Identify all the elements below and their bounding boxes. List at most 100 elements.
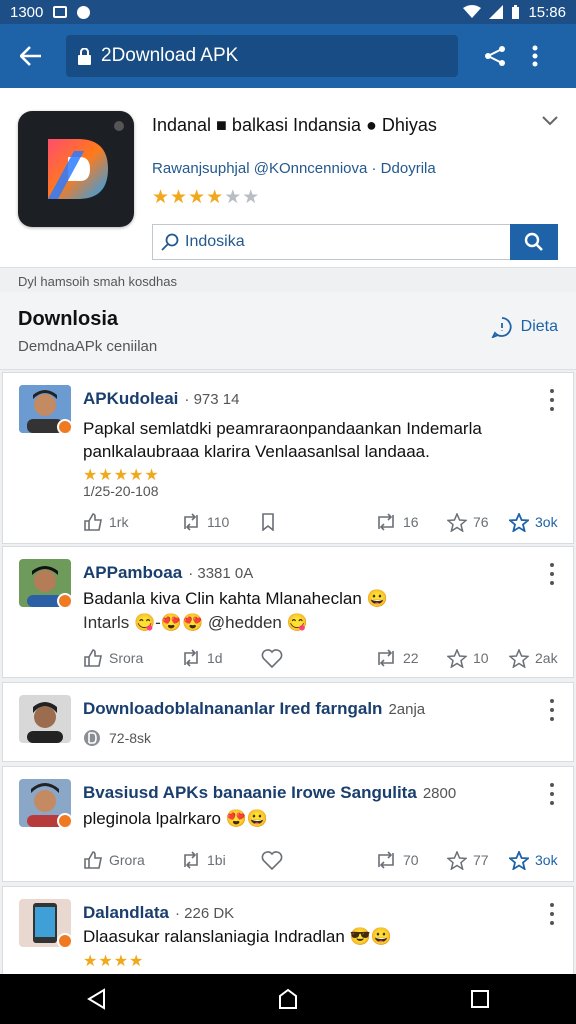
app-logo-icon [18, 111, 134, 227]
square-recents-icon [471, 990, 489, 1008]
star-button[interactable]: 2ak [509, 648, 558, 668]
heart-button[interactable] [261, 850, 375, 870]
overflow-menu-button[interactable] [520, 35, 550, 77]
author-name: Bvasiusd APKs banaanie Irowe Sangulita [83, 783, 417, 802]
post-menu-button[interactable] [547, 903, 557, 925]
post-actions: Srora 1d 22 10 2ak [83, 645, 559, 671]
star-outline-icon [509, 648, 529, 668]
star-icon: ★ [170, 187, 189, 208]
logo-dot [114, 121, 124, 131]
home-icon [279, 988, 297, 1009]
heart-icon [261, 648, 283, 668]
comments-button[interactable]: Dieta [491, 316, 558, 338]
app-bar: 2Download APK [0, 24, 576, 88]
retweet-count: 70 [403, 852, 419, 868]
favorite-count: 77 [473, 852, 489, 868]
retweet-button[interactable]: 16 [375, 513, 447, 531]
like-button[interactable]: Srora [83, 649, 181, 667]
search-button[interactable] [510, 224, 558, 260]
repost-icon [184, 513, 198, 531]
arrow-left-icon [20, 46, 41, 66]
comment-icon [491, 317, 512, 338]
app-title: Indanal ■ balkasi Indansia ● Dhiyas [152, 115, 437, 135]
nav-recents-button[interactable] [450, 979, 510, 1019]
post-menu-button[interactable] [547, 563, 557, 585]
logo-small-icon [84, 730, 100, 746]
avatar[interactable] [19, 385, 71, 433]
retweet-button[interactable]: 22 [375, 649, 447, 667]
post-text-secondary: Intarls 😋-😍😍 @hedden 😋 [83, 613, 308, 632]
post-meta: · 226 DK [174, 905, 235, 922]
like-button[interactable]: 1rk [83, 513, 181, 531]
repost-button[interactable]: 110 [181, 513, 261, 531]
thumbs-up-icon [84, 513, 102, 531]
post-actions: 1rk 110 16 76 3ok [83, 509, 559, 535]
post-meta: 2800 [422, 785, 457, 802]
post-author[interactable]: APPamboaa · 3381 0A [83, 563, 253, 583]
system-nav-bar [0, 974, 576, 1024]
thumbs-up-icon [84, 649, 102, 667]
post-menu-button[interactable] [547, 389, 557, 411]
avatar[interactable] [19, 559, 71, 607]
search-bar: Indosika [152, 224, 558, 260]
like-count: 1rk [109, 514, 129, 530]
post-menu-button[interactable] [547, 699, 557, 721]
star-button[interactable]: 3ok [509, 512, 558, 532]
post-feed[interactable]: APKudoleai · 973 14 Papkal semlatdki peam… [0, 372, 576, 974]
thumbs-up-icon [84, 851, 102, 869]
nav-back-button[interactable] [66, 979, 126, 1019]
app-notification-icon [77, 5, 91, 19]
back-button[interactable] [10, 35, 52, 77]
repost-count: 1bi [207, 852, 226, 868]
avatar[interactable] [19, 779, 71, 827]
star-count: 3ok [535, 514, 558, 530]
retweet-icon [378, 649, 394, 667]
heart-icon [261, 850, 283, 870]
star-count: 3ok [535, 852, 558, 868]
favorite-count: 76 [473, 514, 489, 530]
star-count: 2ak [535, 650, 558, 666]
signal-icon [489, 5, 504, 19]
retweet-count: 16 [403, 514, 419, 530]
search-input[interactable]: Indosika [152, 224, 510, 260]
retweet-button[interactable]: 70 [375, 851, 447, 869]
heart-button[interactable] [261, 648, 375, 668]
star-icon: ★ [242, 187, 261, 208]
chevron-down-icon[interactable] [542, 116, 558, 126]
post-author[interactable]: APKudoleai · 973 14 [83, 389, 239, 409]
app-rating: ★★★★★★ [152, 186, 260, 209]
search-value: Indosika [185, 233, 245, 250]
repost-count: 1d [207, 650, 223, 666]
post-author[interactable]: Bvasiusd APKs banaanie Irowe Sangulita 28… [83, 783, 456, 803]
lock-icon [78, 47, 91, 65]
avatar[interactable] [19, 899, 71, 947]
post-text: pleginola lpalrkaro 😍😀 [83, 809, 269, 828]
favorite-button[interactable]: 76 [447, 512, 509, 532]
post-meta: 2anja [388, 701, 426, 718]
star-icon: ★ [188, 187, 207, 208]
share-button[interactable] [474, 35, 516, 77]
star-icon: ★ [152, 187, 171, 208]
post-date: 1/25-20-108 [83, 483, 159, 499]
avatar[interactable] [19, 695, 71, 743]
repost-button[interactable]: 1bi [181, 851, 261, 869]
nav-home-button[interactable] [258, 979, 318, 1019]
bookmark-button[interactable] [261, 513, 375, 531]
notice-text: Dyl hamsoih smah kosdhas [18, 274, 177, 289]
post-author[interactable]: Downloadoblalnananlar Ired farngaln 2anja [83, 699, 425, 719]
post-meta: · 973 14 [184, 391, 240, 408]
app-developer[interactable]: Rawanjsuphjal @KOnncenniova · Ddoyrila [152, 160, 436, 177]
star-button[interactable]: 3ok [509, 850, 558, 870]
author-name: Dalandlata [83, 903, 169, 922]
share-icon [485, 46, 505, 66]
repost-button[interactable]: 1d [181, 649, 261, 667]
favorite-button[interactable]: 10 [447, 648, 509, 668]
address-bar[interactable]: 2Download APK [66, 35, 458, 77]
verified-badge-icon [57, 419, 71, 433]
favorite-button[interactable]: 77 [447, 850, 509, 870]
like-button[interactable]: Grora [83, 851, 181, 869]
post-menu-button[interactable] [547, 783, 557, 805]
post-author[interactable]: Dalandlata · 226 DK [83, 903, 234, 923]
retweet-icon [378, 851, 394, 869]
battery-icon [512, 4, 520, 19]
